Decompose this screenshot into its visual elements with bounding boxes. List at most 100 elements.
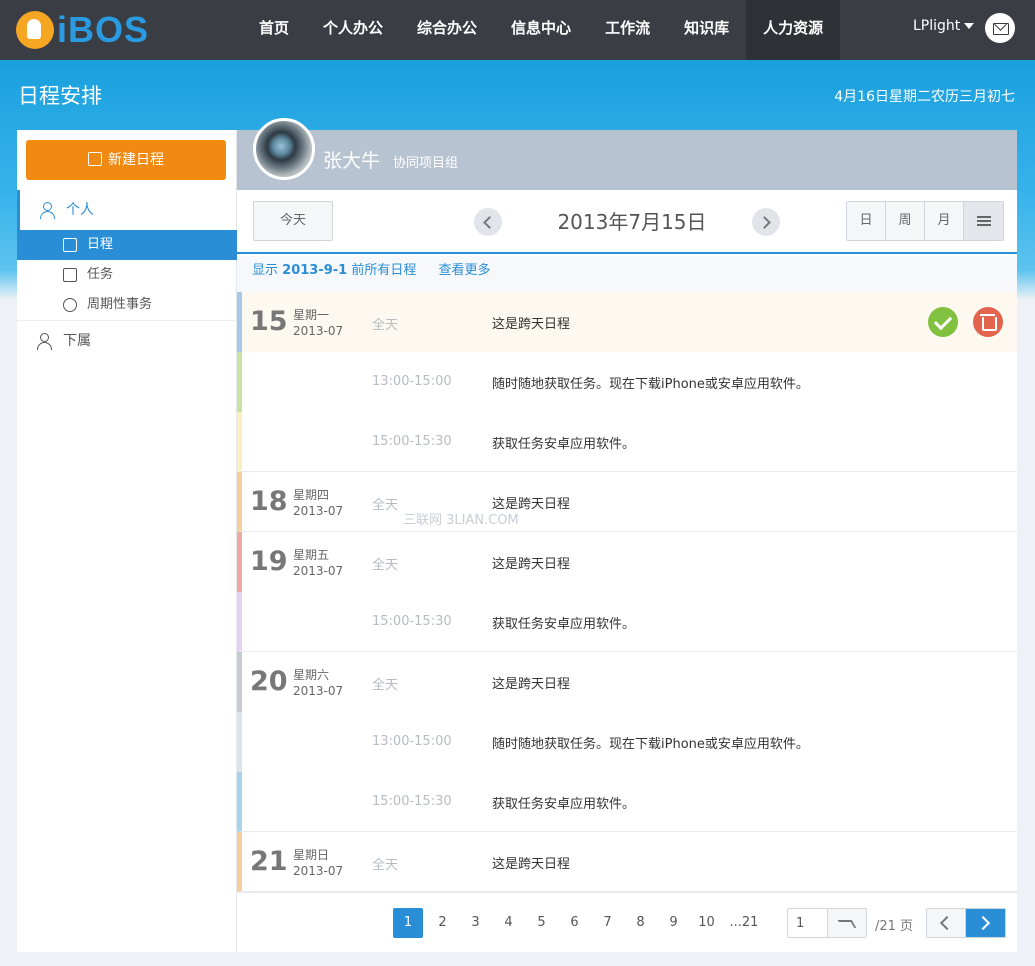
filter-date: 2013-9-1 bbox=[282, 263, 348, 278]
pagination: 12345678910...21 /21 页 bbox=[237, 892, 1017, 952]
go-arrow-icon[interactable] bbox=[828, 909, 866, 937]
weekday: 星期六 bbox=[293, 668, 330, 682]
new-schedule-label: 新建日程 bbox=[108, 152, 164, 168]
page-number[interactable]: 9 bbox=[657, 908, 690, 938]
view-month-button[interactable]: 月 bbox=[925, 202, 964, 240]
view-day-button[interactable]: 日 bbox=[847, 202, 886, 240]
event-time: 全天 bbox=[372, 318, 399, 333]
sidebar-item[interactable]: 任务 bbox=[17, 260, 237, 290]
next-page-button[interactable] bbox=[966, 909, 1005, 937]
page-title: 日程安排 bbox=[18, 84, 102, 108]
schedule-row[interactable]: 15:00-15:30 获取任务安卓应用软件。 bbox=[237, 592, 1017, 652]
profile-name: 张大牛 bbox=[323, 150, 381, 172]
schedule-row[interactable]: 15:00-15:30 获取任务安卓应用软件。 bbox=[237, 412, 1017, 472]
schedule-row[interactable]: 15:00-15:30 获取任务安卓应用软件。 bbox=[237, 772, 1017, 832]
user-menu[interactable]: LPlight bbox=[913, 18, 975, 34]
main-nav: 首页 个人办公 综合办公 信息中心 工作流 知识库 人力资源 bbox=[242, 0, 841, 60]
schedule-panel: 张大牛 协同项目组 今天 2013年7月15日 日 周 月 显示 2013-9-… bbox=[237, 118, 1017, 952]
page-number[interactable]: 4 bbox=[492, 908, 525, 938]
user-icon bbox=[40, 202, 55, 219]
day-number: 15 bbox=[250, 306, 288, 337]
page-number[interactable]: 5 bbox=[525, 908, 558, 938]
schedule-filter: 显示 2013-9-1 前所有日程 查看更多 bbox=[237, 256, 1017, 292]
event-title: 这是跨天日程 bbox=[492, 857, 571, 872]
event-title: 这是跨天日程 bbox=[492, 677, 571, 692]
sidebar-group-personal[interactable]: 个人 bbox=[17, 190, 237, 230]
nav-item[interactable]: 首页 bbox=[242, 0, 306, 60]
page-number[interactable]: 10 bbox=[690, 908, 723, 938]
day-number: 18 bbox=[250, 486, 288, 517]
nav-item[interactable]: 信息中心 bbox=[494, 0, 588, 60]
event-time: 全天 bbox=[372, 858, 399, 873]
nav-item[interactable]: 个人办公 bbox=[306, 0, 400, 60]
page-number[interactable]: 7 bbox=[591, 908, 624, 938]
sidebar-item[interactable]: 周期性事务 bbox=[17, 290, 237, 320]
year-month: 2013-07 bbox=[293, 324, 344, 338]
calendar-icon bbox=[63, 238, 77, 252]
schedule-row[interactable]: 13:00-15:00 随时随地获取任务。现在下载iPhone或安卓应用软件。 bbox=[237, 352, 1017, 412]
nav-item[interactable]: 综合办公 bbox=[400, 0, 494, 60]
lightbulb-icon bbox=[16, 11, 54, 49]
page-number[interactable]: 3 bbox=[459, 908, 492, 938]
top-navbar: iBOS 首页 个人办公 综合办公 信息中心 工作流 知识库 人力资源 LPlight bbox=[0, 0, 1035, 60]
profile-group: 协同项目组 bbox=[393, 156, 459, 171]
user-name: LPlight bbox=[913, 18, 961, 34]
weekday: 星期五 bbox=[293, 548, 330, 562]
day-number: 20 bbox=[250, 666, 288, 697]
sidebar-item[interactable]: 日程 bbox=[17, 230, 237, 260]
event-title: 这是跨天日程 bbox=[492, 557, 571, 572]
schedule-row[interactable]: 13:00-15:00 随时随地获取任务。现在下载iPhone或安卓应用软件。 bbox=[237, 712, 1017, 772]
view-list-button[interactable] bbox=[964, 202, 1003, 240]
page-number[interactable]: 6 bbox=[558, 908, 591, 938]
page-numbers: 1 2 3 4 5 6 7 8 9 10 ...21 bbox=[393, 908, 765, 938]
sidebar-item-label: 任务 bbox=[87, 267, 114, 282]
next-date-button[interactable] bbox=[752, 208, 780, 236]
nav-item[interactable]: 工作流 bbox=[588, 0, 667, 60]
schedule-list: 15 星期一 2013-07 全天 这是跨天日程 13:00-15:00 随时随地获取任务。… bbox=[237, 292, 1017, 892]
nav-item[interactable]: 知识库 bbox=[667, 0, 746, 60]
sidebar-group-subordinate[interactable]: 下属 bbox=[17, 320, 237, 360]
users-icon bbox=[37, 333, 52, 350]
clock-icon bbox=[63, 298, 77, 312]
event-title: 获取任务安卓应用软件。 bbox=[492, 797, 636, 812]
year-month: 2013-07 bbox=[293, 504, 344, 518]
year-month: 2013-07 bbox=[293, 684, 344, 698]
prev-page-button[interactable] bbox=[927, 909, 966, 937]
weekday: 星期日 bbox=[293, 848, 330, 862]
event-time: 15:00-15:30 bbox=[372, 614, 452, 629]
trash-icon[interactable] bbox=[973, 307, 1003, 337]
today-button[interactable]: 今天 bbox=[253, 201, 333, 241]
page-arrows bbox=[926, 908, 1006, 938]
event-title: 获取任务安卓应用软件。 bbox=[492, 617, 636, 632]
schedule-row[interactable]: 18 星期四 2013-07 全天 这是跨天日程 bbox=[237, 472, 1017, 532]
view-more-link[interactable]: 查看更多 bbox=[439, 263, 491, 278]
nav-item[interactable]: 人力资源 bbox=[746, 0, 841, 60]
schedule-row[interactable]: 20 星期六 2013-07 全天 这是跨天日程 bbox=[237, 652, 1017, 712]
mail-icon[interactable] bbox=[985, 13, 1015, 43]
event-time: 15:00-15:30 bbox=[372, 794, 452, 809]
current-date: 2013年7月15日 bbox=[557, 210, 707, 234]
page-jump bbox=[787, 908, 867, 938]
schedule-row[interactable]: 19 星期五 2013-07 全天 这是跨天日程 bbox=[237, 532, 1017, 592]
lunar-date: 4月16日星期二农历三月初七 bbox=[834, 89, 1015, 105]
event-time: 全天 bbox=[372, 558, 399, 573]
new-schedule-button[interactable]: 新建日程 bbox=[26, 140, 226, 180]
weekday: 星期四 bbox=[293, 488, 330, 502]
ibos-logo[interactable]: iBOS bbox=[16, 8, 149, 52]
avatar[interactable] bbox=[253, 118, 315, 180]
page-number[interactable]: ...21 bbox=[723, 908, 765, 938]
year-month: 2013-07 bbox=[293, 564, 344, 578]
filter-suffix: 前所有日程 bbox=[351, 263, 417, 278]
year-month: 2013-07 bbox=[293, 864, 344, 878]
page-jump-input[interactable] bbox=[788, 909, 828, 937]
page-number[interactable]: 2 bbox=[426, 908, 459, 938]
weekday: 星期一 bbox=[293, 308, 330, 322]
sidebar-group-label: 个人 bbox=[66, 202, 94, 218]
schedule-row[interactable]: 21 星期日 2013-07 全天 这是跨天日程 bbox=[237, 832, 1017, 892]
schedule-row[interactable]: 15 星期一 2013-07 全天 这是跨天日程 bbox=[237, 292, 1017, 352]
view-week-button[interactable]: 周 bbox=[886, 202, 925, 240]
check-icon[interactable] bbox=[928, 307, 958, 337]
prev-date-button[interactable] bbox=[474, 208, 502, 236]
page-number[interactable]: 1 bbox=[393, 908, 423, 938]
page-number[interactable]: 8 bbox=[624, 908, 657, 938]
